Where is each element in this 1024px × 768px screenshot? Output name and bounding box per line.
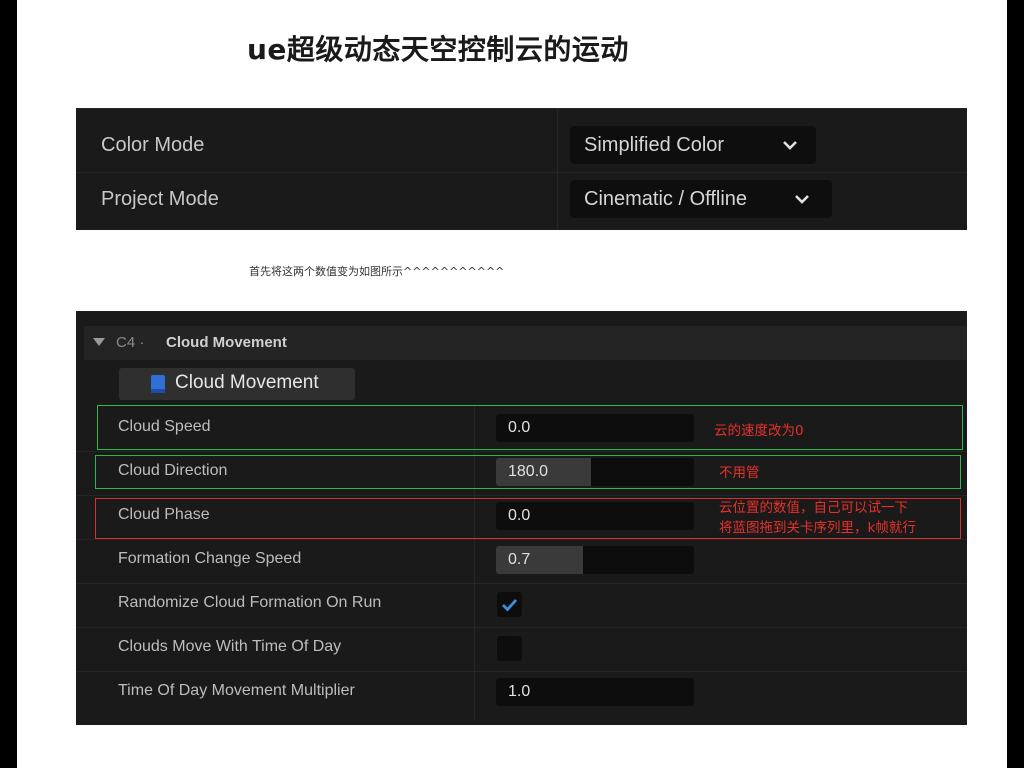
randomize-cloud-formation-checkbox[interactable] bbox=[497, 592, 522, 617]
blueprint-icon bbox=[151, 375, 165, 393]
project-settings-panel: Color Mode Simplified Color Project Mode… bbox=[76, 108, 967, 230]
project-mode-row: Project Mode Cinematic / Offline bbox=[76, 174, 967, 226]
property-row-formation-change-speed: Formation Change Speed 0.7 bbox=[76, 539, 967, 583]
collapse-arrow-icon bbox=[93, 338, 105, 346]
instruction-note: 首先将这两个数值变为如图所示^^^^^^^^^^^ bbox=[249, 265, 505, 278]
property-label: Time Of Day Movement Multiplier bbox=[118, 682, 355, 699]
time-of-day-multiplier-input[interactable]: 1.0 bbox=[496, 678, 694, 706]
color-mode-row: Color Mode Simplified Color bbox=[76, 120, 967, 172]
divider bbox=[76, 172, 967, 173]
field-value: 0.7 bbox=[508, 551, 531, 568]
annotation-phase-line1: 云位置的数值，自己可以试一下 bbox=[719, 500, 908, 516]
clouds-move-with-time-checkbox[interactable] bbox=[497, 636, 522, 661]
section-title: Cloud Movement bbox=[166, 334, 287, 351]
property-label: Randomize Cloud Formation On Run bbox=[118, 594, 382, 611]
color-mode-dropdown[interactable]: Simplified Color bbox=[570, 126, 816, 164]
color-mode-value: Simplified Color bbox=[584, 134, 725, 156]
project-mode-value: Cinematic / Offline bbox=[584, 188, 748, 210]
property-row-time-of-day-multiplier: Time Of Day Movement Multiplier 1.0 bbox=[76, 671, 967, 715]
cloud-movement-asset-button[interactable]: Cloud Movement bbox=[119, 368, 355, 400]
project-mode-label: Project Mode bbox=[101, 188, 219, 210]
annotation-speed: 云的速度改为0 bbox=[714, 423, 804, 439]
color-mode-label: Color Mode bbox=[101, 134, 205, 156]
annotation-direction: 不用管 bbox=[719, 465, 760, 481]
section-prefix: C4 · bbox=[116, 334, 145, 351]
property-row-randomize-cloud-formation: Randomize Cloud Formation On Run bbox=[76, 583, 967, 627]
checkmark-icon bbox=[502, 599, 518, 612]
property-row-clouds-move-with-time: Clouds Move With Time Of Day bbox=[76, 627, 967, 671]
green-highlight-box-direction bbox=[95, 455, 961, 489]
field-value: 1.0 bbox=[508, 683, 531, 700]
chevron-down-icon bbox=[795, 195, 809, 204]
divider bbox=[76, 108, 967, 109]
green-highlight-box-speed bbox=[97, 405, 963, 450]
project-mode-dropdown[interactable]: Cinematic / Offline bbox=[570, 180, 832, 218]
chevron-down-icon bbox=[783, 141, 797, 150]
section-header-cloud-movement[interactable]: C4 · Cloud Movement bbox=[84, 326, 967, 360]
formation-change-speed-input[interactable]: 0.7 bbox=[496, 546, 694, 574]
asset-button-label: Cloud Movement bbox=[175, 372, 319, 393]
property-label: Formation Change Speed bbox=[118, 550, 302, 567]
property-label: Clouds Move With Time Of Day bbox=[118, 638, 342, 655]
page-title: ue超级动态天空控制云的运动 bbox=[247, 33, 629, 66]
annotation-phase-line2: 将蓝图拖到关卡序列里，k帧就行 bbox=[719, 520, 916, 536]
